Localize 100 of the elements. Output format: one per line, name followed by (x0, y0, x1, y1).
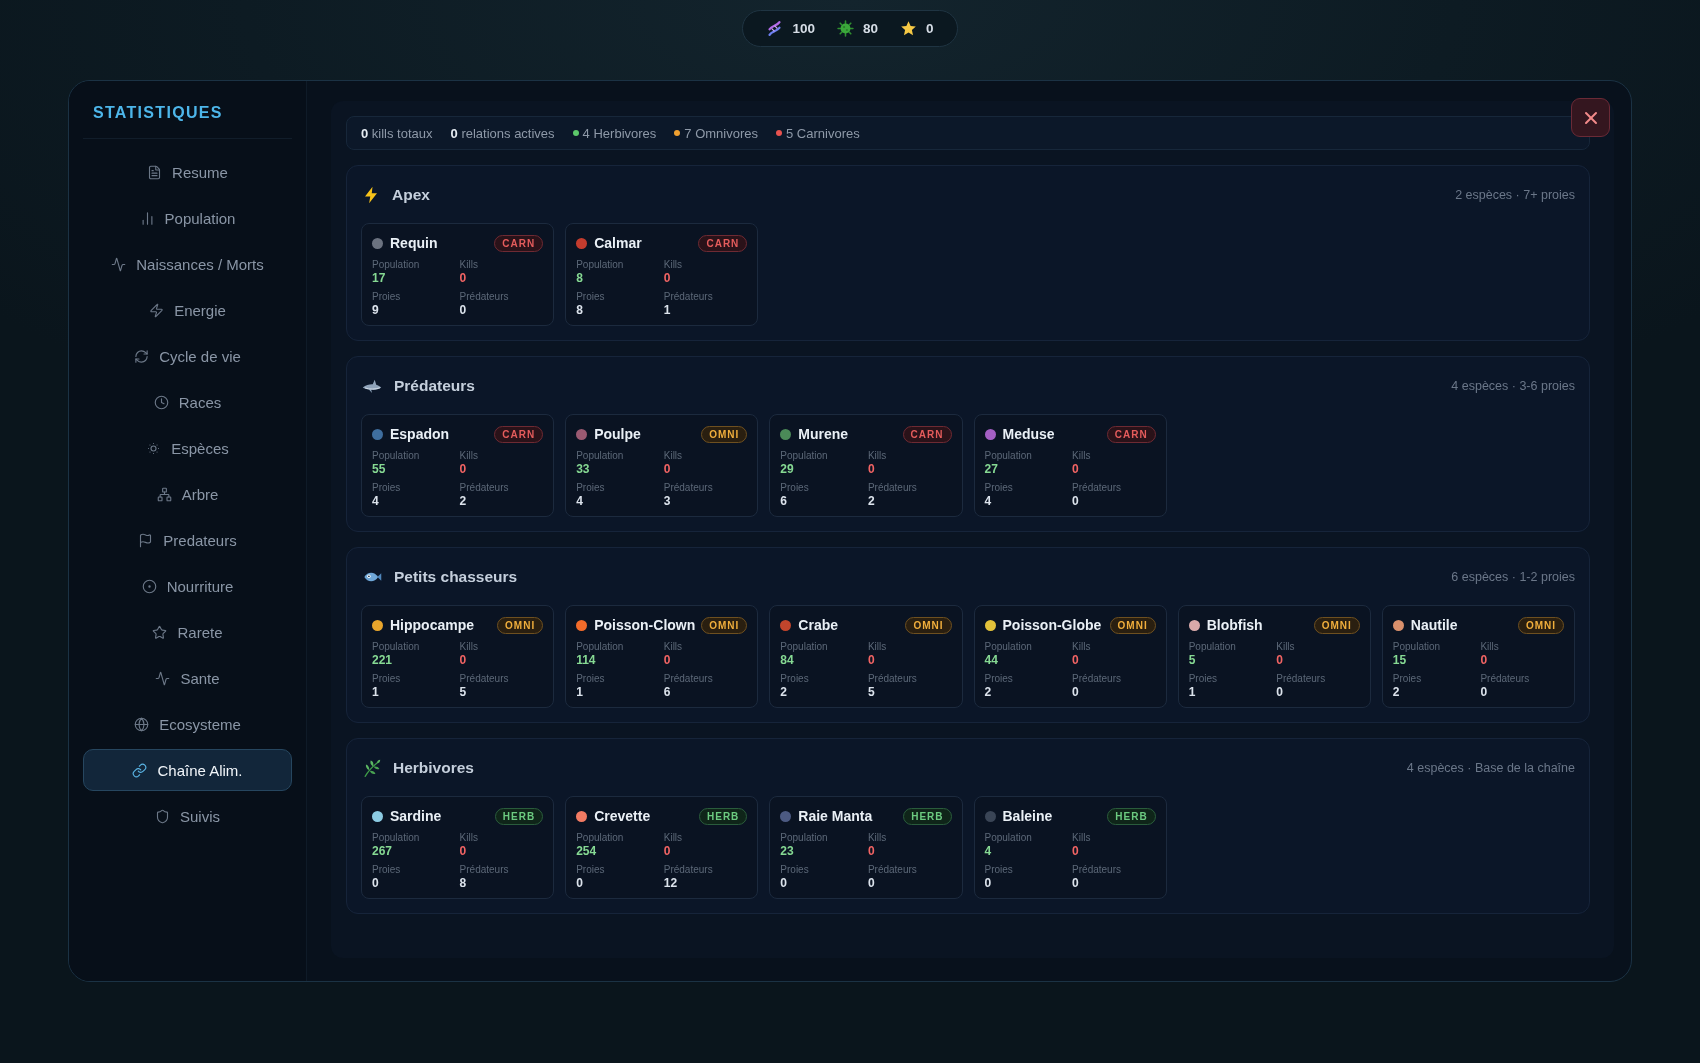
diet-badge: HERB (494, 807, 544, 825)
stat-value: 3 (663, 494, 672, 509)
sidebar-item[interactable]: Suivis (83, 795, 292, 837)
sidebar-item[interactable]: Predateurs (83, 519, 292, 561)
stat-value: 0 (780, 876, 788, 891)
stat-label: Kills (663, 832, 684, 844)
sidebar-item[interactable]: Espèces (83, 427, 292, 469)
sidebar-item[interactable]: Sante (83, 657, 292, 699)
stat-label: Proies (984, 673, 1014, 685)
shark-icon (362, 377, 382, 395)
stat-value: 0 (1072, 653, 1080, 668)
stat-value: 267 (372, 844, 394, 859)
diet-badge: OMNI (905, 616, 952, 634)
network-icon (156, 486, 172, 502)
species-name: Blobfish (1206, 617, 1263, 633)
document-icon (147, 164, 163, 180)
stat-value: 0 (576, 876, 584, 891)
diet-badge: HERB (1107, 807, 1156, 825)
stat-label: Population (372, 259, 421, 271)
stat-value: 0 (1072, 876, 1080, 891)
sidebar-item[interactable]: Resume (83, 151, 292, 193)
stat-value: 0 (1480, 685, 1489, 700)
stat-label: Population (576, 450, 625, 462)
stat-label: Population (576, 832, 625, 844)
stat-value: 1 (576, 685, 584, 700)
bar-chart-icon (139, 210, 155, 226)
sidebar-item[interactable]: Rarete (83, 611, 292, 653)
diet-badge: OMNI (497, 616, 544, 634)
stat-label: Proies (372, 482, 402, 494)
stat-label: Proies (372, 673, 402, 685)
globe-icon (134, 716, 150, 732)
sidebar-item[interactable]: Ecosysteme (83, 703, 292, 745)
sidebar-item[interactable]: Arbre (83, 473, 292, 515)
stat-value: 0 (1276, 653, 1284, 668)
stat-label: Population (984, 641, 1033, 653)
stat-label: Prédateurs (867, 673, 918, 685)
stat-value: 5 (1188, 653, 1197, 668)
stat-label: Proies (576, 673, 606, 685)
species-name: Hippocampe (390, 617, 474, 633)
stat-label: Prédateurs (663, 482, 714, 494)
clock-icon (153, 394, 169, 410)
diet-badge: CARN (1106, 425, 1156, 443)
section-summary: 6 espèces · 1-2 proies (1451, 570, 1575, 584)
stat-label: Proies (984, 864, 1014, 876)
stat-label: Proies (576, 482, 606, 494)
species-name: Sardine (390, 808, 442, 824)
stat-value: 9 (372, 303, 380, 318)
stat-value: 17 (372, 271, 387, 286)
stat-value: 6 (780, 494, 788, 509)
stat-value: 0 (459, 653, 468, 668)
stat-label: Population (372, 832, 421, 844)
stat-label: Kills (459, 832, 479, 844)
stat-label: Population (576, 259, 625, 271)
sidebar-item[interactable]: Population (83, 197, 292, 239)
stat-label: Prédateurs (1480, 673, 1531, 685)
section-title: Petits chasseurs (394, 568, 518, 586)
stat-value: 29 (780, 462, 795, 477)
refresh-icon (134, 348, 150, 364)
stat-label: Kills (1276, 641, 1296, 653)
pulse-icon (111, 256, 127, 272)
species-name: Calmar (594, 235, 642, 251)
stat-value: 2 (780, 685, 788, 700)
stat-label: Population (780, 641, 829, 653)
stat-value: 0 (1480, 653, 1489, 668)
close-button[interactable] (1571, 98, 1610, 137)
sidebar-item[interactable]: Chaîne Alim. (83, 749, 292, 791)
legend-label: 7 Omnivores (684, 125, 758, 141)
germ-icon (837, 20, 854, 37)
stat-value: 4 (984, 494, 993, 509)
link-icon (132, 762, 148, 778)
resource-count: 100 (792, 21, 815, 36)
sidebar-item[interactable]: Naissances / Morts (83, 243, 292, 285)
stat-value: 4 (576, 494, 584, 509)
stat-label: Prédateurs (867, 482, 918, 494)
stat-label: Proies (576, 291, 606, 303)
stat-label: Population (780, 450, 829, 462)
sidebar-item[interactable]: Energie (83, 289, 292, 331)
sidebar-item[interactable]: Races (83, 381, 292, 423)
stat-value: 0 (867, 653, 876, 668)
diet-badge: OMNI (701, 616, 748, 634)
stat-label: Population (372, 450, 421, 462)
stat-value: 2 (984, 685, 993, 700)
sidebar-item[interactable]: Nourriture (83, 565, 292, 607)
species-name: Crabe (798, 617, 838, 633)
stat-value: 1 (372, 685, 380, 700)
stat-label: Prédateurs (459, 673, 510, 685)
stat-value: 0 (663, 271, 672, 286)
sidebar-item[interactable]: Cycle de vie (83, 335, 292, 377)
stat-value: 4 (372, 494, 380, 509)
shield-icon (155, 808, 170, 824)
stat-value: 0 (1072, 494, 1080, 509)
stat-label: Prédateurs (459, 291, 510, 303)
species-name: Nautile (1410, 617, 1458, 633)
stat-label: Prédateurs (1276, 673, 1327, 685)
sun-icon (146, 440, 162, 456)
species-name: Requin (390, 235, 438, 251)
stat-label: Population (576, 641, 625, 653)
star-icon (152, 624, 168, 640)
stat-value: 0 (663, 462, 672, 477)
stat-value: 33 (576, 462, 591, 477)
